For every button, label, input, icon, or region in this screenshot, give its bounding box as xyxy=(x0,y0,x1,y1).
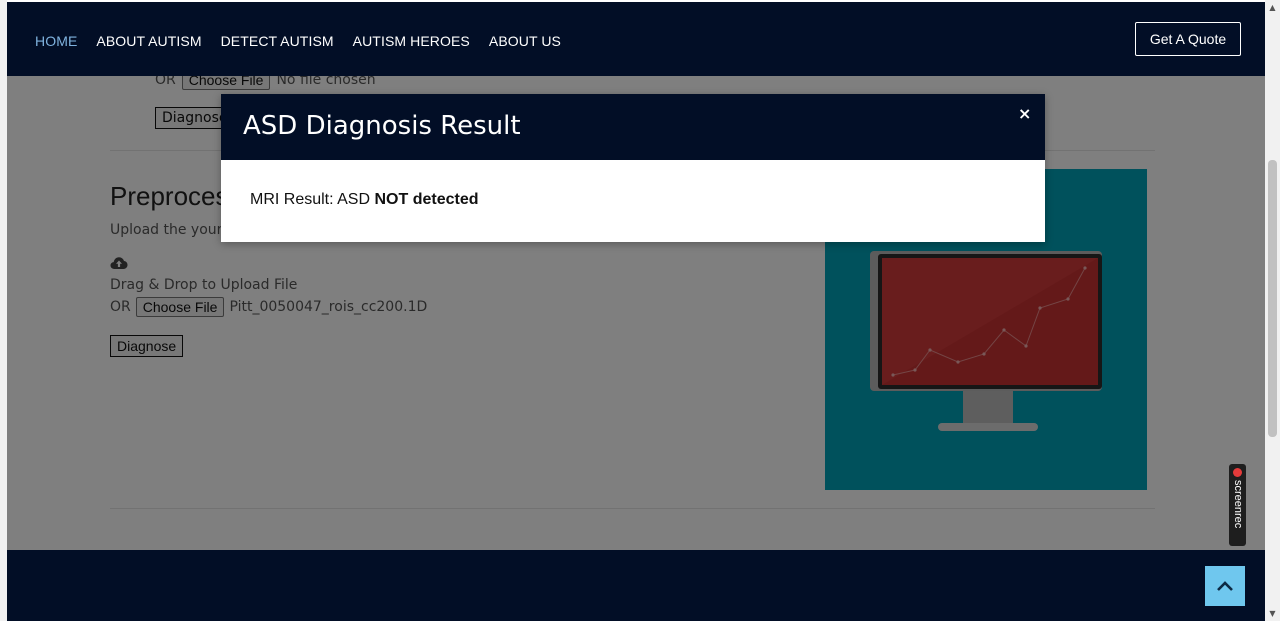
nav-item-autism-heroes[interactable]: AUTISM HEROES xyxy=(353,33,470,49)
result-prefix: MRI Result: ASD xyxy=(250,191,375,208)
record-icon xyxy=(1233,468,1242,477)
nav-item-about-autism[interactable]: ABOUT AUTISM xyxy=(96,33,201,49)
scroll-thumb[interactable] xyxy=(1268,160,1277,437)
result-modal: ASD Diagnosis Result × MRI Result: ASD N… xyxy=(221,94,1045,242)
get-a-quote-button[interactable]: Get A Quote xyxy=(1135,22,1241,56)
modal-header: ASD Diagnosis Result × xyxy=(221,94,1045,160)
selected-file-name: Pitt_0050047_rois_cc200.1D xyxy=(229,299,428,315)
scroll-up-icon[interactable]: ▲ xyxy=(1265,0,1280,15)
result-status: NOT detected xyxy=(374,191,479,208)
section-subtitle: Upload the your xyxy=(110,222,223,238)
scroll-down-icon[interactable]: ▼ xyxy=(1265,606,1280,621)
modal-title: ASD Diagnosis Result xyxy=(243,111,521,141)
cloud-upload-icon xyxy=(110,257,128,269)
modal-result: MRI Result: ASD NOT detected xyxy=(250,191,479,209)
navbar: HOME ABOUT AUTISM DETECT AUTISM AUTISM H… xyxy=(7,2,1265,76)
nav-item-home[interactable]: HOME xyxy=(35,33,77,49)
chevron-up-icon xyxy=(1217,581,1233,591)
upload-row: OR Choose File Pitt_0050047_rois_cc200.1… xyxy=(110,297,427,317)
drag-drop-label: Drag & Drop to Upload File xyxy=(110,277,298,293)
close-icon[interactable]: × xyxy=(1018,104,1031,123)
nav-item-about-us[interactable]: ABOUT US xyxy=(489,33,561,49)
divider xyxy=(110,508,1155,509)
screenrec-badge[interactable]: screenrec xyxy=(1229,464,1246,546)
screenrec-label: screenrec xyxy=(1232,480,1244,529)
or-label: OR xyxy=(110,299,131,315)
nav-item-detect-autism[interactable]: DETECT AUTISM xyxy=(221,33,334,49)
choose-file-button[interactable]: Choose File xyxy=(135,297,225,317)
page-gutter xyxy=(0,0,7,621)
diagnose-button[interactable]: Diagnose xyxy=(110,335,184,357)
footer xyxy=(7,550,1265,621)
scrollbar[interactable]: ▲ ▼ xyxy=(1265,0,1280,621)
nav-links: HOME ABOUT AUTISM DETECT AUTISM AUTISM H… xyxy=(35,33,580,49)
back-to-top-button[interactable] xyxy=(1205,566,1245,606)
